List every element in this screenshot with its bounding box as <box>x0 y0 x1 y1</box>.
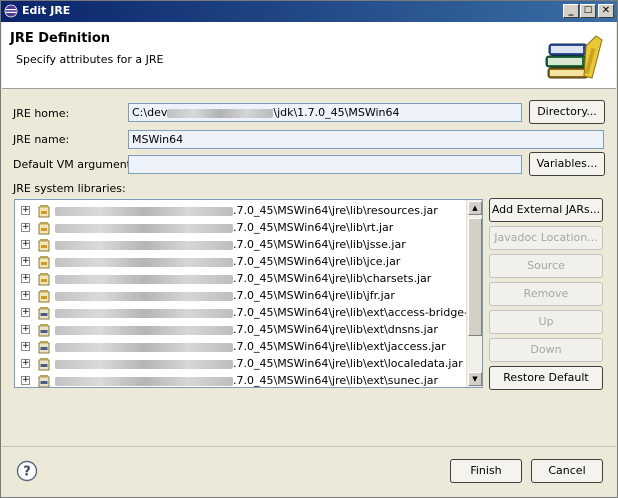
scroll-thumb[interactable] <box>468 218 482 336</box>
add-external-jars-button[interactable]: Add External JARs... <box>489 198 603 222</box>
library-path: .7.0_45\MSWin64\jre\lib\resources.jar <box>233 204 438 217</box>
library-row[interactable]: + .7.0_45\MSWin64\jre\lib\rt.jar <box>15 220 467 237</box>
library-path: .7.0_45\MSWin64\jre\lib\ext\sunec.jar <box>233 374 439 387</box>
library-row[interactable]: + .7.0_45\MSWin64\jre\lib\charsets.jar <box>15 271 467 288</box>
library-path: .7.0_45\MSWin64\jre\lib\charsets.jar <box>233 272 432 285</box>
jre-home-suffix: \jdk\1.7.0_45\MSWin64 <box>273 106 400 119</box>
variables-button[interactable]: Variables... <box>529 152 605 176</box>
library-path: .7.0_45\MSWin64\jre\lib\ext\access-bridg… <box>233 306 483 319</box>
binary-jar-icon <box>38 375 50 387</box>
redacted-blur <box>55 258 233 267</box>
up-button[interactable]: Up <box>489 310 603 334</box>
jre-home-prefix: C:\dev <box>132 106 168 119</box>
footer-separator <box>2 446 616 447</box>
expand-icon[interactable]: + <box>21 308 30 317</box>
eclipse-app-icon <box>4 4 18 18</box>
library-row[interactable]: + .7.0_45\MSWin64\jre\lib\ext\localedata.… <box>15 356 467 373</box>
library-row[interactable]: + .7.0_45\MSWin64\jre\lib\jce.jar <box>15 254 467 271</box>
redacted-blur <box>55 360 233 369</box>
redacted-blur <box>55 343 233 352</box>
library-row[interactable]: + .7.0_45\MSWin64\jre\lib\resources.jar <box>15 203 467 220</box>
expand-icon[interactable]: + <box>21 325 30 334</box>
jar-icon <box>38 239 50 252</box>
dialog-header: JRE Definition Specify attributes for a … <box>2 22 616 89</box>
maximize-button[interactable]: □ <box>580 4 596 18</box>
close-button[interactable]: ✕ <box>598 4 614 18</box>
jar-icon <box>38 273 50 286</box>
library-path: .7.0_45\MSWin64\jre\lib\jsse.jar <box>233 238 406 251</box>
library-row[interactable]: + .7.0_45\MSWin64\jre\lib\ext\sunec.jar <box>15 373 467 387</box>
redacted-blur <box>55 275 233 284</box>
library-path: .7.0_45\MSWin64\jre\lib\jce.jar <box>233 255 401 268</box>
jre-home-label: JRE home: <box>13 107 70 120</box>
minimize-button[interactable]: _ <box>563 4 579 18</box>
expand-icon[interactable]: + <box>21 223 30 232</box>
finish-button[interactable]: Finish <box>450 459 522 483</box>
binary-jar-icon <box>38 358 50 371</box>
down-button[interactable]: Down <box>489 338 603 362</box>
binary-jar-icon <box>38 324 50 337</box>
jar-icon <box>38 290 50 303</box>
javadoc-location-button[interactable]: Javadoc Location... <box>489 226 603 250</box>
remove-button[interactable]: Remove <box>489 282 603 306</box>
library-row[interactable]: + .7.0_45\MSWin64\jre\lib\jsse.jar <box>15 237 467 254</box>
expand-icon[interactable]: + <box>21 257 30 266</box>
edit-jre-dialog: Edit JRE _ □ ✕ JRE Definition Specify at… <box>0 0 618 498</box>
library-row[interactable]: + .7.0_45\MSWin64\jre\lib\ext\access-brid… <box>15 305 482 322</box>
scroll-up-icon[interactable]: ▲ <box>468 201 482 215</box>
vm-args-input[interactable] <box>128 155 522 174</box>
library-path: .7.0_45\MSWin64\jre\lib\ext\dnsns.jar <box>233 323 438 336</box>
redacted-blur <box>55 309 233 318</box>
expand-icon[interactable]: + <box>21 342 30 351</box>
redacted-blur <box>167 108 274 118</box>
redacted-blur <box>55 377 233 386</box>
jre-name-label: JRE name: <box>13 133 70 146</box>
cancel-button[interactable]: Cancel <box>531 459 603 483</box>
help-icon[interactable]: ? <box>16 460 38 482</box>
window-title: Edit JRE <box>22 4 71 17</box>
title-bar[interactable]: Edit JRE _ □ ✕ <box>1 1 617 22</box>
library-path: .7.0_45\MSWin64\jre\lib\ext\localedata.j… <box>233 357 463 370</box>
library-path: .7.0_45\MSWin64\jre\lib\ext\jaccess.jar <box>233 340 446 353</box>
library-row[interactable]: + .7.0_45\MSWin64\jre\lib\ext\dnsns.jar <box>15 322 467 339</box>
expand-icon[interactable]: + <box>21 240 30 249</box>
libraries-tree[interactable]: + .7.0_45\MSWin64\jre\lib\ext\sunec.jar +.… <box>14 199 483 388</box>
libraries-label: JRE system libraries: <box>13 182 126 195</box>
vertical-scrollbar[interactable]: ▲ ▼ <box>466 200 482 387</box>
redacted-blur <box>55 207 233 216</box>
jar-icon <box>38 256 50 269</box>
jar-icon <box>38 205 50 218</box>
restore-default-button[interactable]: Restore Default <box>489 366 603 390</box>
header-title: JRE Definition <box>10 31 111 46</box>
redacted-blur <box>55 326 233 335</box>
jre-home-field[interactable]: C:\dev \jdk\1.7.0_45\MSWin64 <box>128 103 522 122</box>
jre-name-input[interactable]: MSWin64 <box>128 130 604 149</box>
vm-args-label: Default VM arguments: <box>13 158 141 171</box>
library-path: .7.0_45\MSWin64\jre\lib\rt.jar <box>233 221 394 234</box>
jar-icon <box>38 222 50 235</box>
redacted-blur <box>55 224 233 233</box>
expand-icon[interactable]: + <box>21 274 30 283</box>
binary-jar-icon <box>38 341 50 354</box>
source-attachment-button[interactable]: Source Attachment... <box>489 254 603 294</box>
library-row[interactable]: + .7.0_45\MSWin64\jre\lib\ext\jaccess.jar <box>15 339 467 356</box>
library-path: .7.0_45\MSWin64\jre\lib\jfr.jar <box>233 289 395 302</box>
expand-icon[interactable]: + <box>21 291 30 300</box>
redacted-blur <box>55 241 233 250</box>
books-icon <box>545 35 603 79</box>
expand-icon[interactable]: + <box>21 376 30 385</box>
redacted-blur <box>55 292 233 301</box>
library-row[interactable]: + .7.0_45\MSWin64\jre\lib\jfr.jar <box>15 288 467 305</box>
header-subtitle: Specify attributes for a JRE <box>16 53 164 66</box>
expand-icon[interactable]: + <box>21 359 30 368</box>
expand-icon[interactable]: + <box>21 206 30 215</box>
directory-button[interactable]: Directory... <box>529 100 605 124</box>
binary-jar-icon <box>38 307 50 320</box>
scroll-down-icon[interactable]: ▼ <box>468 372 482 386</box>
help-glyph: ? <box>23 465 31 480</box>
